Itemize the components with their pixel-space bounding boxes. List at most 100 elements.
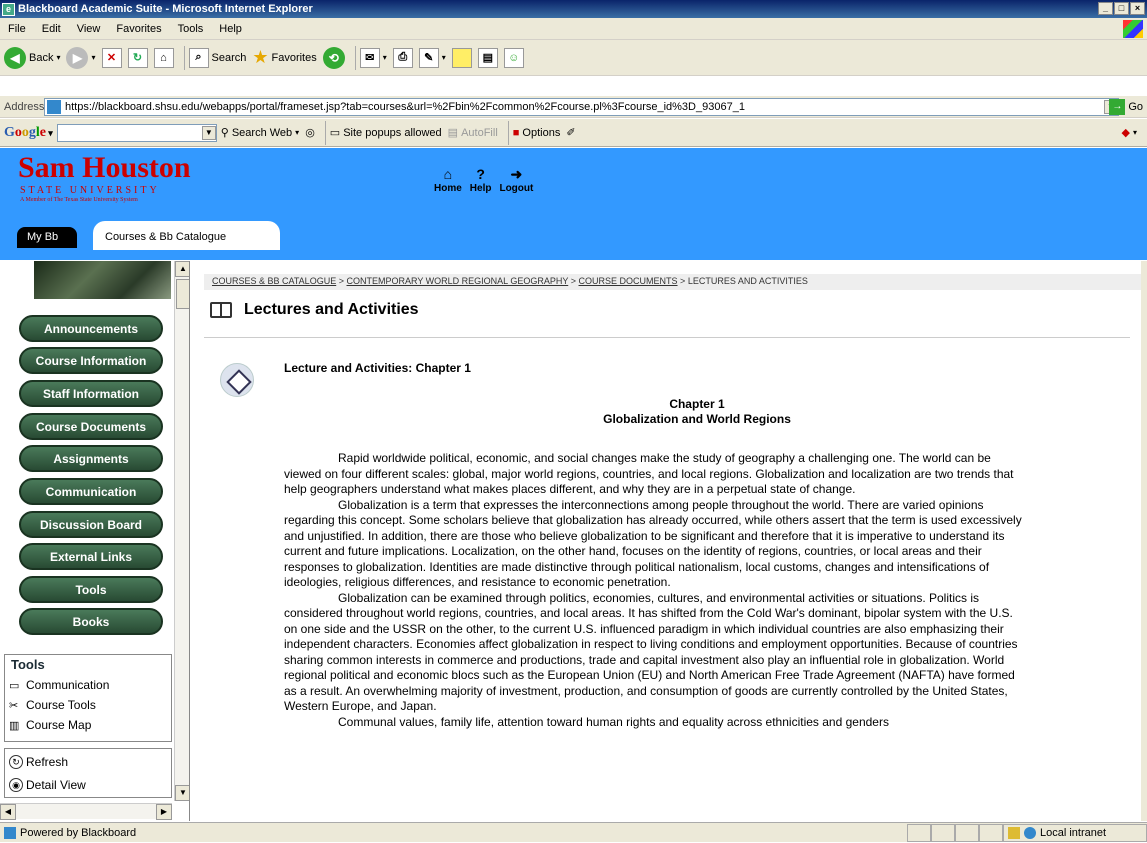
- search-icon: ⌕: [188, 47, 209, 68]
- home-button[interactable]: ⌂: [153, 47, 174, 68]
- tools-communication-link[interactable]: ▭ Communication: [5, 675, 171, 695]
- search-button[interactable]: ⌕ Search: [188, 47, 246, 68]
- refresh-icon: ↻: [127, 47, 148, 68]
- left-horizontal-scrollbar[interactable]: ◀ ▶: [0, 803, 172, 820]
- window-controls: _ □ ×: [1098, 2, 1145, 15]
- print-button[interactable]: ⎙: [392, 47, 413, 68]
- translate-button[interactable]: ◆ ▾: [1122, 126, 1137, 139]
- nav-tools[interactable]: Tools: [19, 576, 163, 603]
- monitor-icon: ▭: [9, 679, 20, 692]
- breadcrumb-courses[interactable]: COURSES & BB CATALOGUE: [212, 276, 336, 286]
- scroll-down-icon[interactable]: ▼: [175, 785, 189, 801]
- divider: [204, 337, 1130, 338]
- menu-tools[interactable]: Tools: [170, 23, 212, 35]
- intranet-globe-icon: [1024, 827, 1036, 839]
- google-toolbar: Google ▾ ▼ ⚲ Search Web ▾ ◎ ▭ Site popups a…: [0, 119, 1147, 147]
- course-menu-frame: Announcements Course Information Staff I…: [0, 261, 190, 821]
- toolbar-separator: [324, 120, 326, 145]
- security-zone: Local intranet: [1003, 824, 1147, 842]
- paragraph: Globalization is a term that expresses t…: [284, 497, 1022, 590]
- portal-tabs: My Bb Courses & Bb Catalogue: [0, 216, 1147, 250]
- view-panel: ↻ Refresh ◉ Detail View: [4, 748, 172, 798]
- nav-books[interactable]: Books: [19, 608, 163, 635]
- breadcrumb-course-documents[interactable]: COURSE DOCUMENTS: [579, 276, 678, 286]
- popups-button[interactable]: ▭ Site popups allowed: [329, 126, 442, 140]
- refresh-button[interactable]: ↻: [127, 47, 148, 68]
- nav-discussion-board[interactable]: Discussion Board: [19, 511, 163, 538]
- scroll-up-icon[interactable]: ▲: [175, 261, 189, 277]
- tools-course-tools-link[interactable]: ✂ Course Tools: [5, 695, 171, 715]
- history-button[interactable]: ⟲: [322, 46, 345, 69]
- nav-assignments[interactable]: Assignments: [19, 445, 163, 472]
- toolbar-separator: [354, 45, 356, 70]
- discuss-button[interactable]: [451, 47, 472, 68]
- status-cells: Local intranet: [907, 823, 1147, 843]
- messenger-button[interactable]: ☺: [503, 47, 524, 68]
- scroll-left-icon[interactable]: ◀: [0, 804, 16, 820]
- nav-announcements[interactable]: Announcements: [19, 315, 163, 342]
- google-logo[interactable]: Google ▾: [4, 125, 53, 141]
- breadcrumb-course[interactable]: CONTEMPORARY WORLD REGIONAL GEOGRAPHY: [347, 276, 569, 286]
- standard-toolbar: ◀ Back ▾ ▶ ▾ ✕ ↻ ⌂ ⌕ Search ★ Favorites ⟲ ✉ ▾ …: [0, 40, 1147, 76]
- pagerank-button[interactable]: ◎: [305, 126, 315, 139]
- research-icon: ▤: [477, 47, 498, 68]
- course-banner-image: [34, 261, 171, 299]
- home-icon: ⌂: [153, 47, 174, 68]
- favorites-button[interactable]: ★ Favorites: [252, 47, 316, 68]
- search-web-button[interactable]: ⚲ Search Web ▾: [221, 126, 299, 140]
- highlight-button[interactable]: ✐: [566, 126, 575, 139]
- autofill-button[interactable]: ▤ AutoFill: [448, 126, 498, 140]
- menu-file[interactable]: File: [0, 23, 34, 35]
- minimize-button[interactable]: _: [1098, 2, 1113, 15]
- chapter-heading: Chapter 1 Globalization and World Region…: [603, 397, 791, 426]
- options-button[interactable]: ■ Options: [513, 127, 561, 139]
- map-book-icon: ▥: [9, 719, 20, 732]
- status-bar: Powered by Blackboard Local intranet: [0, 822, 1147, 842]
- page-icon: [47, 99, 61, 114]
- research-button[interactable]: ▤: [477, 47, 498, 68]
- windows-logo-icon: [1123, 20, 1143, 38]
- menu-view[interactable]: View: [69, 23, 109, 35]
- logout-link[interactable]: ➜ Logout: [499, 166, 533, 194]
- tab-my-bb[interactable]: My Bb: [17, 227, 77, 248]
- forward-button[interactable]: ▶ ▾: [66, 46, 96, 69]
- tab-courses[interactable]: Courses & Bb Catalogue: [93, 221, 280, 250]
- pencil-icon: ✐: [566, 127, 576, 139]
- menu-help[interactable]: Help: [211, 23, 250, 35]
- help-link[interactable]: ? Help: [470, 166, 492, 194]
- item-title: Lecture and Activities: Chapter 1: [284, 361, 471, 375]
- nav-communication[interactable]: Communication: [19, 478, 163, 505]
- popup-icon: ▭: [329, 127, 341, 139]
- detail-view-link[interactable]: ◉ Detail View: [5, 775, 171, 795]
- home-icon: ⌂: [443, 166, 453, 182]
- university-logo-tagline: A Member of The Texas State University S…: [20, 197, 138, 203]
- google-search-dropdown-icon[interactable]: ▼: [201, 125, 216, 140]
- menu-favorites[interactable]: Favorites: [108, 23, 169, 35]
- address-input[interactable]: https://blackboard.shsu.edu/webapps/port…: [44, 97, 1119, 116]
- close-button[interactable]: ×: [1130, 2, 1145, 15]
- mail-button[interactable]: ✉ ▾: [359, 47, 387, 68]
- status-cell: [979, 824, 1003, 842]
- refresh-link[interactable]: ↻ Refresh: [5, 752, 171, 772]
- stop-button[interactable]: ✕: [101, 47, 122, 68]
- university-logo: Sam Houston: [18, 151, 191, 184]
- menu-edit[interactable]: Edit: [34, 23, 69, 35]
- edit-button[interactable]: ✎ ▾: [418, 47, 446, 68]
- menu-bar: File Edit View Favorites Tools Help: [0, 18, 1147, 40]
- left-vertical-scrollbar[interactable]: ▲ ▼: [174, 261, 189, 801]
- scroll-right-icon[interactable]: ▶: [156, 804, 172, 820]
- nav-staff-information[interactable]: Staff Information: [19, 380, 163, 407]
- maximize-button[interactable]: □: [1114, 2, 1129, 15]
- nav-course-information[interactable]: Course Information: [19, 347, 163, 374]
- page-title: Lectures and Activities: [210, 301, 419, 319]
- go-button[interactable]: → Go: [1109, 98, 1143, 115]
- nav-course-documents[interactable]: Course Documents: [19, 413, 163, 440]
- main-vertical-scrollbar[interactable]: [1141, 261, 1147, 821]
- google-search-input[interactable]: ▼: [56, 123, 217, 142]
- scroll-thumb[interactable]: [176, 279, 189, 309]
- home-link[interactable]: ⌂ Home: [434, 166, 462, 194]
- back-button[interactable]: ◀ Back ▾: [4, 46, 60, 69]
- tools-course-map-link[interactable]: ▥ Course Map: [5, 715, 171, 735]
- nav-external-links[interactable]: External Links: [19, 543, 163, 570]
- breadcrumb-current: LECTURES AND ACTIVITIES: [687, 276, 808, 286]
